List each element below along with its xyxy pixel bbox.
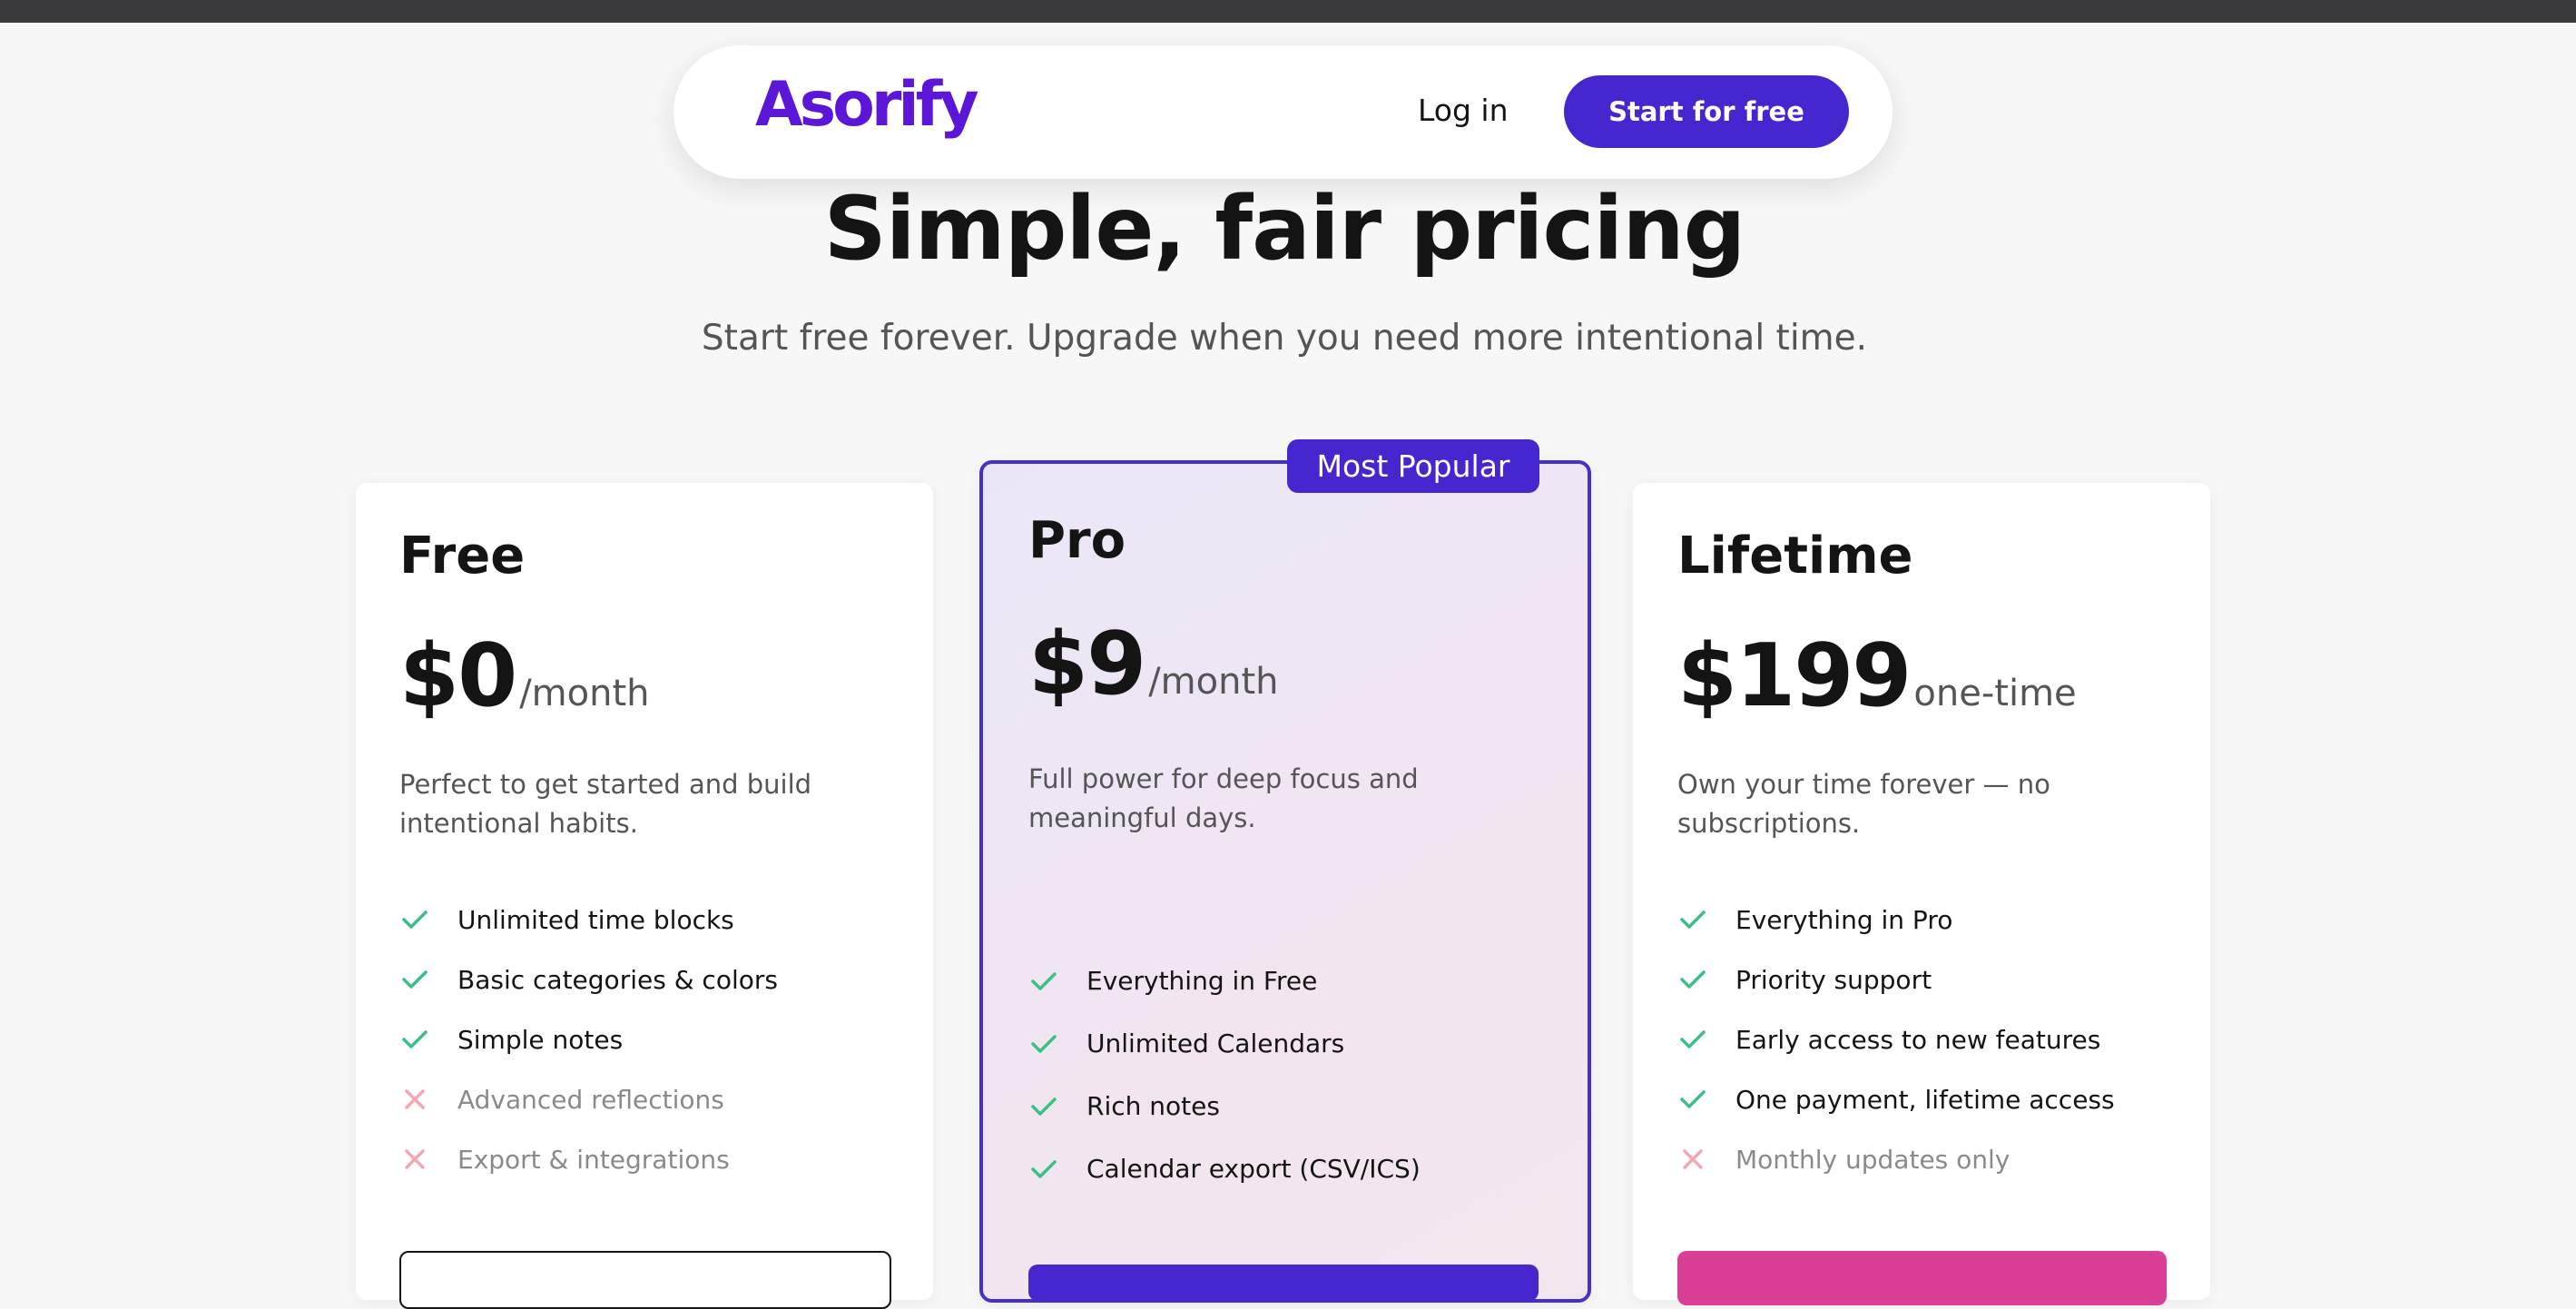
check-icon — [1677, 1024, 1708, 1055]
plan-description: Own your time forever — no subscriptions… — [1677, 769, 2050, 839]
x-icon — [399, 1084, 430, 1115]
feature-item: Export & integrations — [399, 1129, 778, 1189]
price-amount: $199 — [1677, 626, 1912, 726]
feature-text: Everything in Pro — [1735, 904, 1953, 935]
price-amount: $9 — [1028, 615, 1146, 714]
free-plan-button[interactable] — [399, 1251, 891, 1309]
check-icon — [399, 964, 430, 995]
feature-list: Everything in Pro Priority support Early a… — [1677, 890, 2115, 1189]
feature-text: Export & integrations — [457, 1144, 730, 1175]
price-period: /month — [519, 673, 650, 714]
plan-name: Free — [399, 527, 526, 586]
feature-item: Monthly updates only — [1677, 1129, 2115, 1189]
plan-description: Full power for deep focus and meaningful… — [1028, 763, 1419, 833]
check-icon — [1028, 1154, 1059, 1185]
feature-item: Priority support — [1677, 950, 2115, 1009]
check-icon — [1028, 1091, 1059, 1122]
feature-item: Unlimited Calendars — [1028, 1012, 1421, 1075]
feature-text: Rich notes — [1086, 1091, 1220, 1121]
plan-description: Perfect to get started and build intenti… — [399, 769, 812, 839]
plan-price: $0 /month — [399, 626, 650, 726]
feature-item: One payment, lifetime access — [1677, 1069, 2115, 1129]
check-icon — [1677, 904, 1708, 935]
page-title: Simple, fair pricing — [823, 178, 1746, 280]
login-link[interactable]: Log in — [1418, 93, 1509, 128]
feature-text: Basic categories & colors — [457, 964, 778, 995]
plan-price: $199 one-time — [1677, 626, 2077, 726]
feature-text: Unlimited Calendars — [1086, 1028, 1345, 1058]
feature-text: Early access to new features — [1735, 1024, 2101, 1055]
check-icon — [1028, 966, 1059, 997]
feature-text: One payment, lifetime access — [1735, 1084, 2115, 1115]
check-icon — [1677, 1084, 1708, 1115]
feature-item: Everything in Free — [1028, 950, 1421, 1012]
feature-item: Calendar export (CSV/ICS) — [1028, 1137, 1421, 1200]
pro-plan-button[interactable] — [1028, 1265, 1539, 1301]
feature-item: Unlimited time blocks — [399, 890, 778, 950]
x-icon — [399, 1144, 430, 1175]
feature-item: Basic categories & colors — [399, 950, 778, 1009]
page-subtitle: Start free forever. Upgrade when you nee… — [701, 318, 1868, 359]
check-icon — [1677, 964, 1708, 995]
price-period: one-time — [1913, 673, 2077, 714]
start-for-free-button[interactable]: Start for free — [1564, 75, 1849, 148]
feature-text: Unlimited time blocks — [457, 904, 734, 935]
check-icon — [1028, 1028, 1059, 1059]
lifetime-plan-button[interactable] — [1677, 1251, 2167, 1305]
feature-list: Unlimited time blocks Basic categories & … — [399, 890, 778, 1189]
feature-item: Early access to new features — [1677, 1009, 2115, 1069]
plan-name: Pro — [1028, 511, 1126, 570]
logo[interactable]: Asorify — [755, 69, 979, 141]
feature-text: Priority support — [1735, 964, 1932, 995]
browser-toolbar-strip — [0, 0, 2576, 23]
feature-text: Calendar export (CSV/ICS) — [1086, 1154, 1421, 1184]
price-period: /month — [1148, 661, 1279, 703]
feature-list: Everything in Free Unlimited Calendars Ric… — [1028, 950, 1421, 1200]
check-icon — [399, 1024, 430, 1055]
feature-item: Simple notes — [399, 1009, 778, 1069]
plan-name: Lifetime — [1677, 527, 1913, 586]
feature-text: Simple notes — [457, 1024, 624, 1055]
feature-text: Advanced reflections — [457, 1084, 724, 1115]
feature-item: Everything in Pro — [1677, 890, 2115, 950]
top-nav: Asorify Log in Start for free — [673, 45, 1893, 179]
feature-item: Rich notes — [1028, 1075, 1421, 1137]
feature-text: Everything in Free — [1086, 966, 1318, 996]
feature-item: Advanced reflections — [399, 1069, 778, 1129]
x-icon — [1677, 1144, 1708, 1175]
plan-price: $9 /month — [1028, 615, 1279, 714]
most-popular-badge: Most Popular — [1287, 439, 1539, 493]
check-icon — [399, 904, 430, 935]
price-amount: $0 — [399, 626, 517, 726]
feature-text: Monthly updates only — [1735, 1144, 2011, 1175]
